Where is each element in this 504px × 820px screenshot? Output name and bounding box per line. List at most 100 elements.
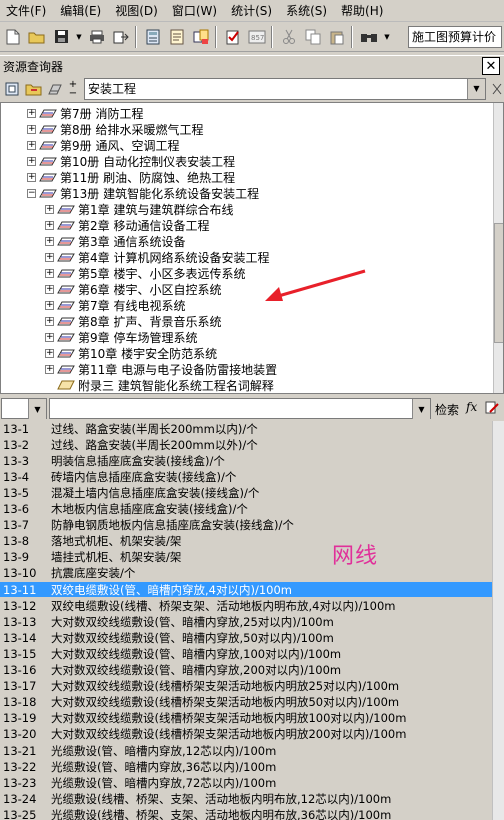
- tree-volume-item[interactable]: + 第11册 刷油、防腐蚀、绝热工程: [27, 169, 235, 185]
- chevron-down-icon[interactable]: ▼: [467, 79, 485, 99]
- list-item[interactable]: 13-25 光缆敷设(线槽、桥架、支架、活动地板内明布放,36芯以内)/100m: [0, 807, 492, 820]
- expand-icon[interactable]: +: [45, 204, 54, 214]
- tree-chapter-item[interactable]: + 第9章 停车场管理系统: [45, 329, 197, 345]
- expand-icon[interactable]: +: [45, 348, 54, 358]
- tree-chapter-item[interactable]: + 第2章 移动通信设备工程: [45, 217, 209, 233]
- chevron-down-icon[interactable]: ▼: [28, 399, 46, 419]
- menu-window[interactable]: 窗口(W): [165, 0, 224, 22]
- list-item[interactable]: 13-24 光缆敷设(线槽、桥架、支架、活动地板内明布放,12芯以内)/100m: [0, 791, 492, 808]
- list-item[interactable]: 13-3 明装信息插座底盒安装(接线盒)/个: [0, 453, 492, 470]
- expand-icon[interactable]: +: [45, 284, 54, 294]
- expand-icon[interactable]: +: [45, 236, 54, 246]
- new-file-icon[interactable]: [2, 26, 24, 48]
- menu-edit[interactable]: 编辑(E): [53, 0, 108, 22]
- refresh-icon[interactable]: [2, 79, 22, 99]
- search-button[interactable]: 检索: [435, 401, 459, 418]
- list-item[interactable]: 13-23 光缆敷设(管、暗槽内穿放,72芯以内)/100m: [0, 775, 492, 792]
- compare-icon[interactable]: [484, 400, 502, 416]
- list-item[interactable]: 13-14 大对数双绞线缆敷设(管、暗槽内穿放,50对以内)/100m: [0, 630, 492, 647]
- tree-volume-item[interactable]: + 第7册 消防工程: [27, 105, 143, 121]
- tree-chapter-item[interactable]: + 第7章 有线电视系统: [45, 297, 185, 313]
- copy-icon[interactable]: [302, 26, 324, 48]
- list-item[interactable]: 13-19 大对数双绞线缆敷设(线槽桥架支架活动地板内明放100对以内)/100m: [0, 711, 492, 727]
- expand-collapse-icon[interactable]: + −: [66, 79, 80, 99]
- list-item[interactable]: 13-8 落地式机柜、机架安装/架: [0, 534, 492, 550]
- list-item[interactable]: 13-1 过线、路盒安装(半周长200mm以内)/个: [0, 421, 492, 437]
- find-dropdown-icon[interactable]: ▼: [382, 26, 392, 48]
- cut-icon[interactable]: [278, 26, 300, 48]
- collapse-icon[interactable]: −: [27, 188, 36, 198]
- save-dropdown-icon[interactable]: ▼: [74, 26, 84, 48]
- menu-statistics[interactable]: 统计(S): [224, 0, 279, 22]
- list-item[interactable]: 13-7 防静电钢质地板内信息插座底盒安装(接线盒)/个: [0, 518, 492, 534]
- list-scrollbar[interactable]: [492, 421, 504, 820]
- tree-chapter-item[interactable]: + 第8章 扩声、背景音乐系统: [45, 313, 221, 329]
- formula-icon[interactable]: fx: [466, 400, 482, 416]
- chevron-down-icon[interactable]: ▼: [412, 399, 430, 419]
- clear-icon[interactable]: [490, 79, 504, 99]
- mode-combo[interactable]: 施工图预算计价: [408, 26, 502, 48]
- expand-icon[interactable]: +: [45, 252, 54, 262]
- library-select[interactable]: 安装工程 ▼: [84, 78, 486, 100]
- tree-scrollbar[interactable]: [493, 103, 503, 393]
- list-item[interactable]: 13-2 过线、路盒安装(半周长200mm以外)/个: [0, 437, 492, 454]
- list-item[interactable]: 13-6 木地板内信息插座底盒安装(接线盒)/个: [0, 502, 492, 518]
- list-item[interactable]: 13-12 双绞电缆敷设(线槽、桥架支架、活动地板内明布放,4对以内)/100m: [0, 598, 492, 615]
- list-item[interactable]: 13-10 抗震底座安装/个: [0, 566, 492, 582]
- tree-chapter-item[interactable]: + 第6章 楼宇、小区自控系统: [45, 281, 221, 297]
- tree-chapter-item[interactable]: + 第4章 计算机网络系统设备安装工程: [45, 249, 269, 265]
- menu-view[interactable]: 视图(D): [108, 0, 165, 22]
- check-icon[interactable]: [222, 26, 244, 48]
- open-folder-icon[interactable]: [26, 26, 48, 48]
- library-icon[interactable]: [46, 79, 66, 99]
- list-item[interactable]: 13-13 大对数双绞线缆敷设(管、暗槽内穿放,25对以内)/100m: [0, 614, 492, 631]
- tree-scroll-thumb[interactable]: [494, 223, 503, 343]
- summary-icon[interactable]: [190, 26, 212, 48]
- tree-volume-item[interactable]: + 第9册 通风、空调工程: [27, 137, 179, 153]
- expand-icon[interactable]: +: [27, 124, 36, 134]
- list-item[interactable]: 13-16 大对数双绞线缆敷设(管、暗槽内穿放,200对以内)/100m: [0, 663, 492, 679]
- list-item[interactable]: 13-9 墙挂式机柜、机架安装/架: [0, 550, 492, 566]
- menu-system[interactable]: 系统(S): [279, 0, 334, 22]
- tree-chapter-item[interactable]: + 第10章 楼宇安全防范系统: [45, 345, 217, 361]
- tree-chapter-item[interactable]: + 第3章 通信系统设备: [45, 233, 185, 249]
- tree-chapter-item[interactable]: + 第1章 建筑与建筑群综合布线: [45, 201, 233, 217]
- list-item[interactable]: 13-5 混凝土墙内信息插座底盒安装(接线盒)/个: [0, 485, 492, 502]
- tree-chapter-item[interactable]: + 第11章 电源与电子设备防雷接地装置: [45, 361, 277, 377]
- list-item[interactable]: 13-20 大对数双绞线缆敷设(线槽桥架支架活动地板内明放200对以内)/100m: [0, 727, 492, 743]
- binoculars-icon[interactable]: [358, 26, 380, 48]
- list-item[interactable]: 13-22 光缆敷设(管、暗槽内穿放,36芯以内)/100m: [0, 759, 492, 776]
- code-icon[interactable]: 857: [246, 26, 268, 48]
- tree-volume-item[interactable]: − 第13册 建筑智能化系统设备安装工程: [27, 185, 259, 201]
- expand-icon[interactable]: +: [45, 332, 54, 342]
- expand-icon[interactable]: +: [27, 108, 36, 118]
- tree-volume-item[interactable]: + 第8册 给排水采暖燃气工程: [27, 121, 203, 137]
- search-input[interactable]: ▼: [49, 398, 431, 419]
- expand-icon[interactable]: +: [45, 300, 54, 310]
- expand-icon[interactable]: +: [45, 220, 54, 230]
- expand-icon[interactable]: +: [27, 140, 36, 150]
- expand-icon[interactable]: +: [27, 172, 36, 182]
- expand-icon[interactable]: +: [45, 268, 54, 278]
- save-icon[interactable]: [50, 26, 72, 48]
- report-icon[interactable]: [166, 26, 188, 48]
- list-item[interactable]: 13-11 双绞电缆敷设(管、暗槽内穿放,4对以内)/100m: [0, 582, 492, 598]
- paste-icon[interactable]: [326, 26, 348, 48]
- folder-icon[interactable]: [24, 79, 44, 99]
- list-item[interactable]: 13-21 光缆敷设(管、暗槽内穿放,12芯以内)/100m: [0, 743, 492, 759]
- list-item[interactable]: 13-4 砖墙内信息插座底盒安装(接线盒)/个: [0, 469, 492, 486]
- expand-icon[interactable]: +: [45, 316, 54, 326]
- close-icon[interactable]: ✕: [482, 57, 500, 75]
- expand-icon[interactable]: +: [45, 364, 54, 374]
- print-icon[interactable]: [86, 26, 108, 48]
- list-item[interactable]: 13-17 大对数双绞线缆敷设(线槽桥架支架活动地板内明放25对以内)/100m: [0, 679, 492, 695]
- expand-icon[interactable]: +: [27, 156, 36, 166]
- tree-volume-item[interactable]: + 第10册 自动化控制仪表安装工程: [27, 153, 235, 169]
- list-item[interactable]: 13-15 大对数双绞线缆敷设(管、暗槽内穿放,100对以内)/100m: [0, 646, 492, 663]
- tree-chapter-item[interactable]: + 第5章 楼宇、小区多表远传系统: [45, 265, 245, 281]
- list-item[interactable]: 13-18 大对数双绞线缆敷设(线槽桥架支架活动地板内明放50对以内)/100m: [0, 695, 492, 711]
- menu-help[interactable]: 帮助(H): [334, 0, 390, 22]
- export-icon[interactable]: [110, 26, 132, 48]
- filter-select[interactable]: ▼: [1, 398, 47, 419]
- calc-icon[interactable]: [142, 26, 164, 48]
